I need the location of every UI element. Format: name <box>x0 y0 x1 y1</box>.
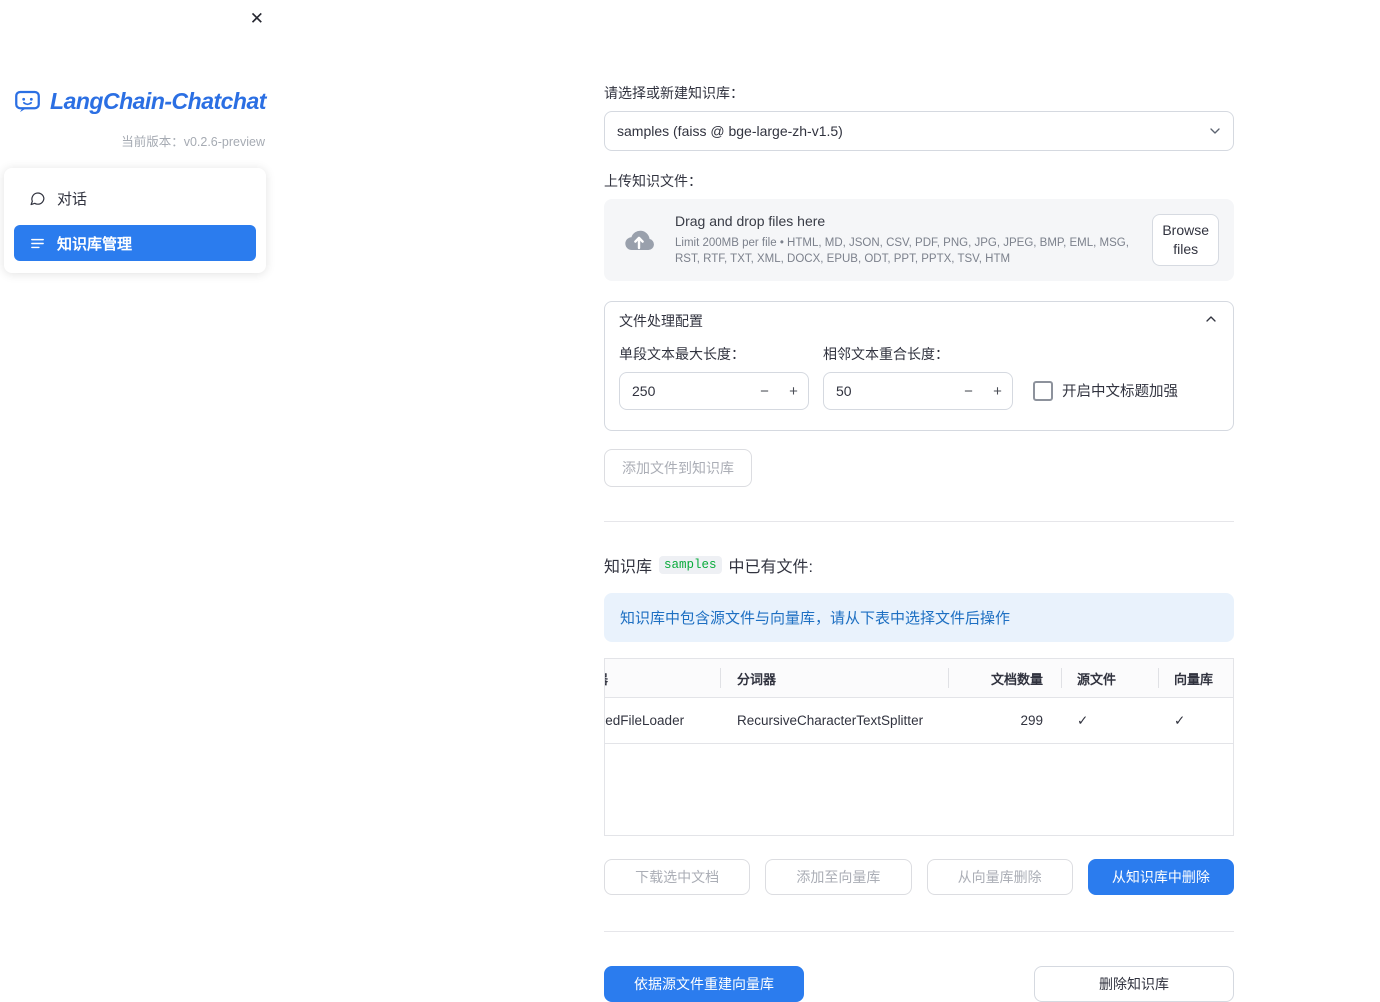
max-length-field: 单段文本最大长度： 250 − + <box>619 344 809 410</box>
browse-files-button[interactable]: Browse files <box>1152 214 1219 266</box>
file-dropzone[interactable]: Drag and drop files here Limit 200MB per… <box>604 199 1234 281</box>
version-value: v0.2.6-preview <box>183 135 265 149</box>
sidebar: ✕ LangChain-Chatchat 当前版本：v0.2.6-preview <box>0 0 280 1002</box>
cell-loader: UnstructuredFileLoader <box>605 713 685 728</box>
file-limit-text: Limit 200MB per file • HTML, MD, JSON, C… <box>675 236 1129 265</box>
delete-kb-button[interactable]: 删除知识库 <box>1034 966 1234 1002</box>
table-row[interactable]: UnstructuredFileLoader RecursiveCharacte… <box>605 698 1233 744</box>
column-header-splitter: 分词器 <box>720 659 948 697</box>
increment-button[interactable]: + <box>983 373 1012 409</box>
zh-title-enhance-checkbox[interactable]: 开启中文标题加强 <box>1033 380 1178 401</box>
logo: LangChain-Chatchat <box>0 88 280 115</box>
chevron-up-icon <box>1203 311 1219 332</box>
overlap-label: 相邻文本重合长度： <box>823 346 949 362</box>
checkbox-label: 开启中文标题加强 <box>1062 384 1178 400</box>
add-files-button[interactable]: 添加文件到知识库 <box>604 449 752 487</box>
divider <box>604 521 1234 522</box>
kb-select-label: 请选择或新建知识库： <box>604 85 744 101</box>
download-selected-button[interactable]: 下载选中文档 <box>604 859 751 895</box>
cloud-upload-icon <box>619 224 659 256</box>
checkbox-icon[interactable] <box>1033 380 1053 401</box>
sidebar-nav: 对话 知识库管理 <box>4 168 266 273</box>
sidebar-close-icon[interactable]: ✕ <box>248 8 266 29</box>
info-text: 知识库中包含源文件与向量库，请从下表中选择文件后操作 <box>620 610 1011 627</box>
overlap-value[interactable]: 50 <box>824 373 954 409</box>
chevron-down-icon <box>1207 123 1223 144</box>
kb-select[interactable]: samples (faiss @ bge-large-zh-v1.5) <box>604 111 1234 151</box>
expander-title: 文件处理配置 <box>619 313 703 329</box>
chat-bubble-icon <box>29 190 46 207</box>
kb-select-value: samples (faiss @ bge-large-zh-v1.5) <box>617 123 843 139</box>
existing-suffix: 中已有文件: <box>728 559 813 576</box>
dropzone-instructions: Drag and drop files here Limit 200MB per… <box>675 213 1152 267</box>
divider <box>604 931 1234 932</box>
cell-splitter: RecursiveCharacterTextSplitter <box>737 713 924 728</box>
cell-source-check: ✓ <box>1077 712 1089 728</box>
column-header-loader: 文档加载器 <box>605 659 720 697</box>
sidebar-item-label: 知识库管理 <box>57 235 133 253</box>
delete-from-kb-button[interactable]: 从知识库中删除 <box>1087 859 1234 895</box>
upload-label: 上传知识文件： <box>604 173 702 189</box>
existing-files-heading: 知识库 samples 中已有文件: <box>604 553 1234 577</box>
drag-drop-text: Drag and drop files here <box>675 212 826 229</box>
files-table-inner: 文档加载器 分词器 文档数量 源文件 向量库 UnstructuredFileL… <box>605 659 1233 744</box>
cell-vector-check: ✓ <box>1174 712 1186 728</box>
sidebar-item-chat[interactable]: 对话 <box>14 180 256 216</box>
file-actions: 下载选中文档 添加至向量库 从向量库删除 从知识库中删除 <box>604 859 1234 895</box>
file-config-expander: 文件处理配置 单段文本最大长度： 250 − + 相邻文本重合长度： 50 − … <box>604 301 1234 431</box>
column-header-docs-count: 文档数量 <box>948 659 1061 697</box>
list-icon <box>29 235 46 252</box>
info-banner: 知识库中包含源文件与向量库，请从下表中选择文件后操作 <box>604 593 1234 642</box>
files-table: 文档加载器 分词器 文档数量 源文件 向量库 UnstructuredFileL… <box>604 658 1234 836</box>
table-header-row: 文档加载器 分词器 文档数量 源文件 向量库 <box>605 659 1233 698</box>
version-info: 当前版本：v0.2.6-preview <box>0 131 280 150</box>
sidebar-item-knowledge-base[interactable]: 知识库管理 <box>14 225 256 261</box>
add-to-vector-store-button[interactable]: 添加至向量库 <box>765 859 912 895</box>
app-page: ✕ LangChain-Chatchat 当前版本：v0.2.6-preview <box>0 0 1380 1002</box>
expander-header[interactable]: 文件处理配置 <box>605 302 1233 340</box>
rebuild-vector-store-button[interactable]: 依据源文件重建向量库 <box>604 966 804 1002</box>
decrement-button[interactable]: − <box>750 373 779 409</box>
max-length-input[interactable]: 250 − + <box>619 372 809 410</box>
overlap-input[interactable]: 50 − + <box>823 372 1013 410</box>
kb-global-actions: 依据源文件重建向量库 删除知识库 <box>604 966 1234 1002</box>
delete-from-vector-store-button[interactable]: 从向量库删除 <box>926 859 1073 895</box>
column-header-source-file: 源文件 <box>1061 659 1158 697</box>
increment-button[interactable]: + <box>779 373 808 409</box>
existing-prefix: 知识库 <box>604 559 653 576</box>
max-length-value[interactable]: 250 <box>620 373 750 409</box>
version-label: 当前版本： <box>121 135 184 149</box>
sidebar-item-label: 对话 <box>57 190 88 208</box>
max-length-label: 单段文本最大长度： <box>619 346 745 362</box>
kb-name-code: samples <box>659 556 722 574</box>
logo-icon <box>14 88 41 115</box>
decrement-button[interactable]: − <box>954 373 983 409</box>
app-title: LangChain-Chatchat <box>50 88 266 114</box>
expander-body: 单段文本最大长度： 250 − + 相邻文本重合长度： 50 − + 开启中文标… <box>605 340 1233 430</box>
cell-docs-count: 299 <box>1020 713 1043 728</box>
main-content: 请选择或新建知识库： samples (faiss @ bge-large-zh… <box>604 0 1234 1002</box>
overlap-field: 相邻文本重合长度： 50 − + <box>823 344 1013 410</box>
column-header-vector-store: 向量库 <box>1158 659 1233 697</box>
